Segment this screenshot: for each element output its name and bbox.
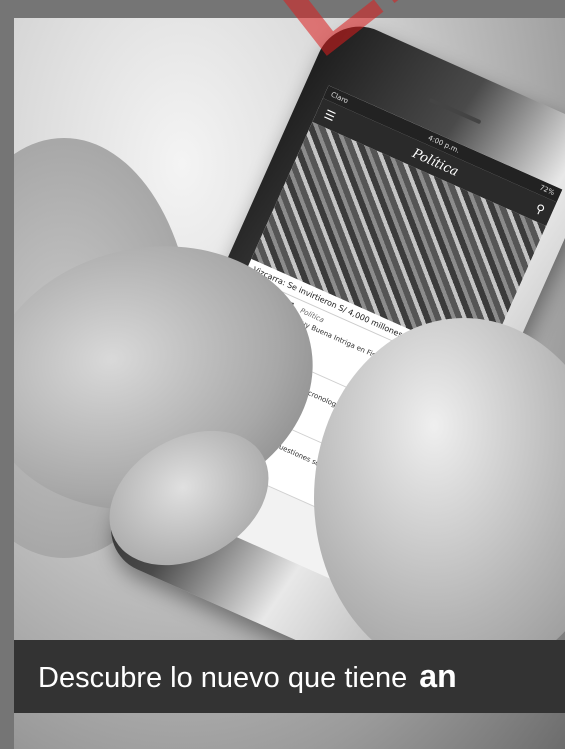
- promo-text: Descubre lo nuevo que tiene an: [38, 658, 457, 695]
- search-icon[interactable]: ⚲: [533, 201, 547, 217]
- promo-banner[interactable]: Descubre lo nuevo que tiene an: [14, 640, 565, 713]
- hamburger-menu-icon[interactable]: ☰: [322, 107, 338, 124]
- promo-headline: Descubre lo nuevo que tiene: [38, 662, 408, 694]
- speaker-grille: [428, 97, 482, 125]
- ad-frame: Claro 4:00 p.m. 72% ☰ Política ⚲ Vizcarr…: [0, 0, 565, 749]
- promo-brand: an: [419, 658, 457, 694]
